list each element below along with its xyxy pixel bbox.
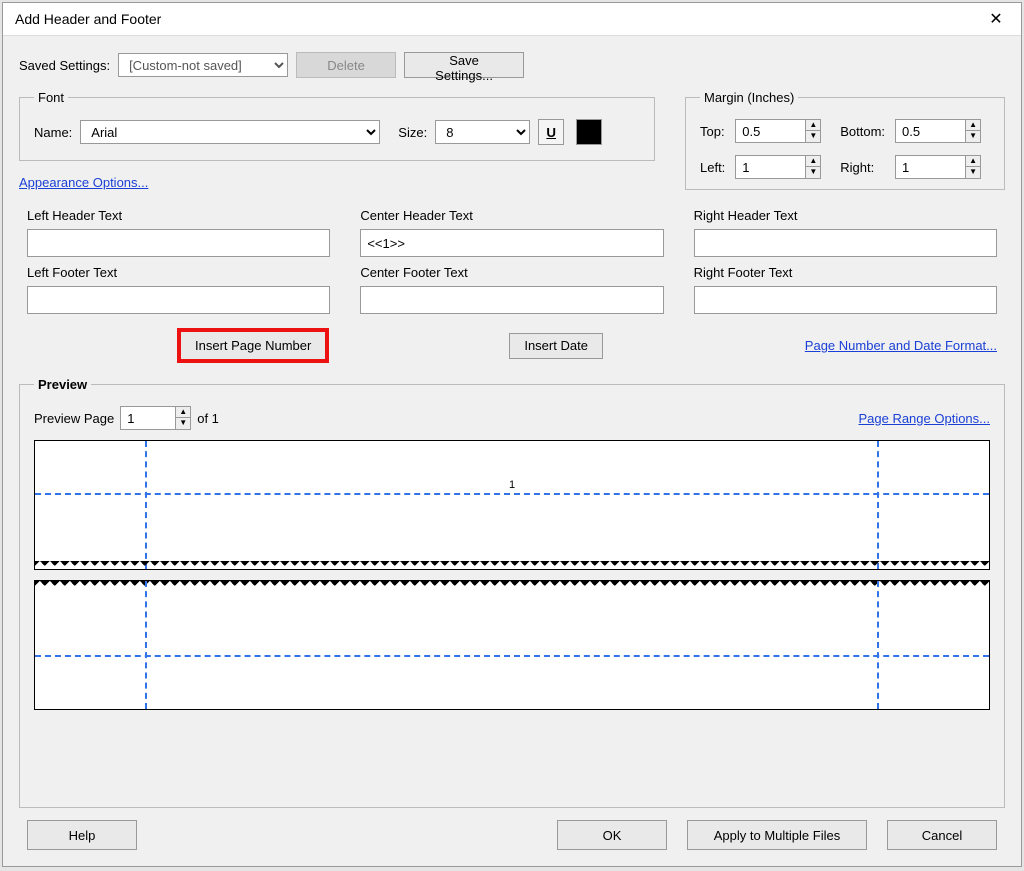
margin-left-spinner[interactable]: ▲▼ <box>805 155 821 179</box>
preview-of-label: of 1 <box>197 411 219 426</box>
center-footer-input[interactable] <box>360 286 663 314</box>
right-header-label: Right Header Text <box>694 208 997 223</box>
saved-settings-row: Saved Settings: [Custom-not saved] Delet… <box>19 52 1005 78</box>
page-range-options-link[interactable]: Page Range Options... <box>858 411 990 426</box>
margin-grid: Top: ▲▼ Bottom: ▲▼ Left: ▲▼ R <box>700 119 990 179</box>
saved-settings-select[interactable]: [Custom-not saved] <box>118 53 288 77</box>
left-footer-label: Left Footer Text <box>27 265 330 280</box>
bottom-buttons: Help OK Apply to Multiple Files Cancel <box>19 808 1005 856</box>
delete-button: Delete <box>296 52 396 78</box>
preview-header-page-num: 1 <box>509 479 515 491</box>
preview-top-row: Preview Page ▲▼ of 1 Page Range Options.… <box>34 406 990 430</box>
margin-bottom-label: Bottom: <box>840 124 885 139</box>
margin-bottom-field[interactable] <box>895 119 965 143</box>
save-settings-button[interactable]: Save Settings... <box>404 52 524 78</box>
font-fieldset: Font Name: Arial Size: 8 U <box>19 90 655 161</box>
center-header-cell: Center Header Text <box>360 208 663 257</box>
margin-top-field[interactable] <box>735 119 805 143</box>
font-legend: Font <box>34 90 68 105</box>
font-size-select[interactable]: 8 <box>435 120 530 144</box>
margin-right-spinner[interactable]: ▲▼ <box>965 155 981 179</box>
cancel-button[interactable]: Cancel <box>887 820 997 850</box>
top-panels: Font Name: Arial Size: 8 U Appea <box>19 90 1005 190</box>
left-footer-cell: Left Footer Text <box>27 265 330 314</box>
preview-page-field[interactable] <box>120 406 175 430</box>
margin-left-input[interactable]: ▲▼ <box>735 155 830 179</box>
margin-top-input[interactable]: ▲▼ <box>735 119 830 143</box>
dialog-title: Add Header and Footer <box>15 11 161 27</box>
preview-page-label: Preview Page <box>34 411 114 426</box>
left-footer-input[interactable] <box>27 286 330 314</box>
margin-right-field[interactable] <box>895 155 965 179</box>
titlebar: Add Header and Footer ✕ <box>3 3 1021 36</box>
right-footer-cell: Right Footer Text <box>694 265 997 314</box>
center-header-label: Center Header Text <box>360 208 663 223</box>
margin-fieldset: Margin (Inches) Top: ▲▼ Bottom: ▲▼ Left: <box>685 90 1005 190</box>
insert-page-number-button[interactable]: Insert Page Number <box>177 328 329 363</box>
center-header-input[interactable] <box>360 229 663 257</box>
dialog-content: Saved Settings: [Custom-not saved] Delet… <box>3 36 1021 866</box>
right-header-input[interactable] <box>694 229 997 257</box>
preview-legend: Preview <box>34 377 91 392</box>
insert-row: Insert Page Number Insert Date Page Numb… <box>19 328 1005 363</box>
right-header-cell: Right Header Text <box>694 208 997 257</box>
preview-header-box: 1 <box>34 440 990 570</box>
margin-legend: Margin (Inches) <box>700 90 798 105</box>
page-number-date-format-link[interactable]: Page Number and Date Format... <box>805 338 997 353</box>
preview-pane: 1 <box>34 440 990 797</box>
help-button[interactable]: Help <box>27 820 137 850</box>
margin-left-field[interactable] <box>735 155 805 179</box>
font-color-swatch[interactable] <box>576 119 602 145</box>
margin-left-label: Left: <box>700 160 725 175</box>
margin-top-label: Top: <box>700 124 725 139</box>
font-row: Name: Arial Size: 8 U <box>34 119 640 145</box>
center-footer-label: Center Footer Text <box>360 265 663 280</box>
font-size-label: Size: <box>398 125 427 140</box>
ok-button[interactable]: OK <box>557 820 667 850</box>
center-footer-cell: Center Footer Text <box>360 265 663 314</box>
apply-multiple-button[interactable]: Apply to Multiple Files <box>687 820 867 850</box>
left-header-label: Left Header Text <box>27 208 330 223</box>
preview-fieldset: Preview Preview Page ▲▼ of 1 Page Range … <box>19 377 1005 808</box>
margin-top-spinner[interactable]: ▲▼ <box>805 119 821 143</box>
dialog-add-header-footer: Add Header and Footer ✕ Saved Settings: … <box>2 2 1022 867</box>
preview-page-spinner[interactable]: ▲▼ <box>175 406 191 430</box>
margin-bottom-spinner[interactable]: ▲▼ <box>965 119 981 143</box>
margin-bottom-input[interactable]: ▲▼ <box>895 119 990 143</box>
left-header-cell: Left Header Text <box>27 208 330 257</box>
right-footer-label: Right Footer Text <box>694 265 997 280</box>
header-footer-grid: Left Header Text Center Header Text Righ… <box>19 208 1005 314</box>
insert-date-button[interactable]: Insert Date <box>509 333 603 359</box>
margin-right-label: Right: <box>840 160 885 175</box>
font-name-select[interactable]: Arial <box>80 120 380 144</box>
preview-footer-box <box>34 580 990 710</box>
right-footer-input[interactable] <box>694 286 997 314</box>
underline-button[interactable]: U <box>538 119 564 145</box>
left-header-input[interactable] <box>27 229 330 257</box>
font-name-label: Name: <box>34 125 72 140</box>
close-icon[interactable]: ✕ <box>981 9 1011 29</box>
margin-right-input[interactable]: ▲▼ <box>895 155 990 179</box>
saved-settings-label: Saved Settings: <box>19 58 110 73</box>
appearance-options-link[interactable]: Appearance Options... <box>19 175 655 190</box>
preview-page-input[interactable]: ▲▼ <box>120 406 191 430</box>
